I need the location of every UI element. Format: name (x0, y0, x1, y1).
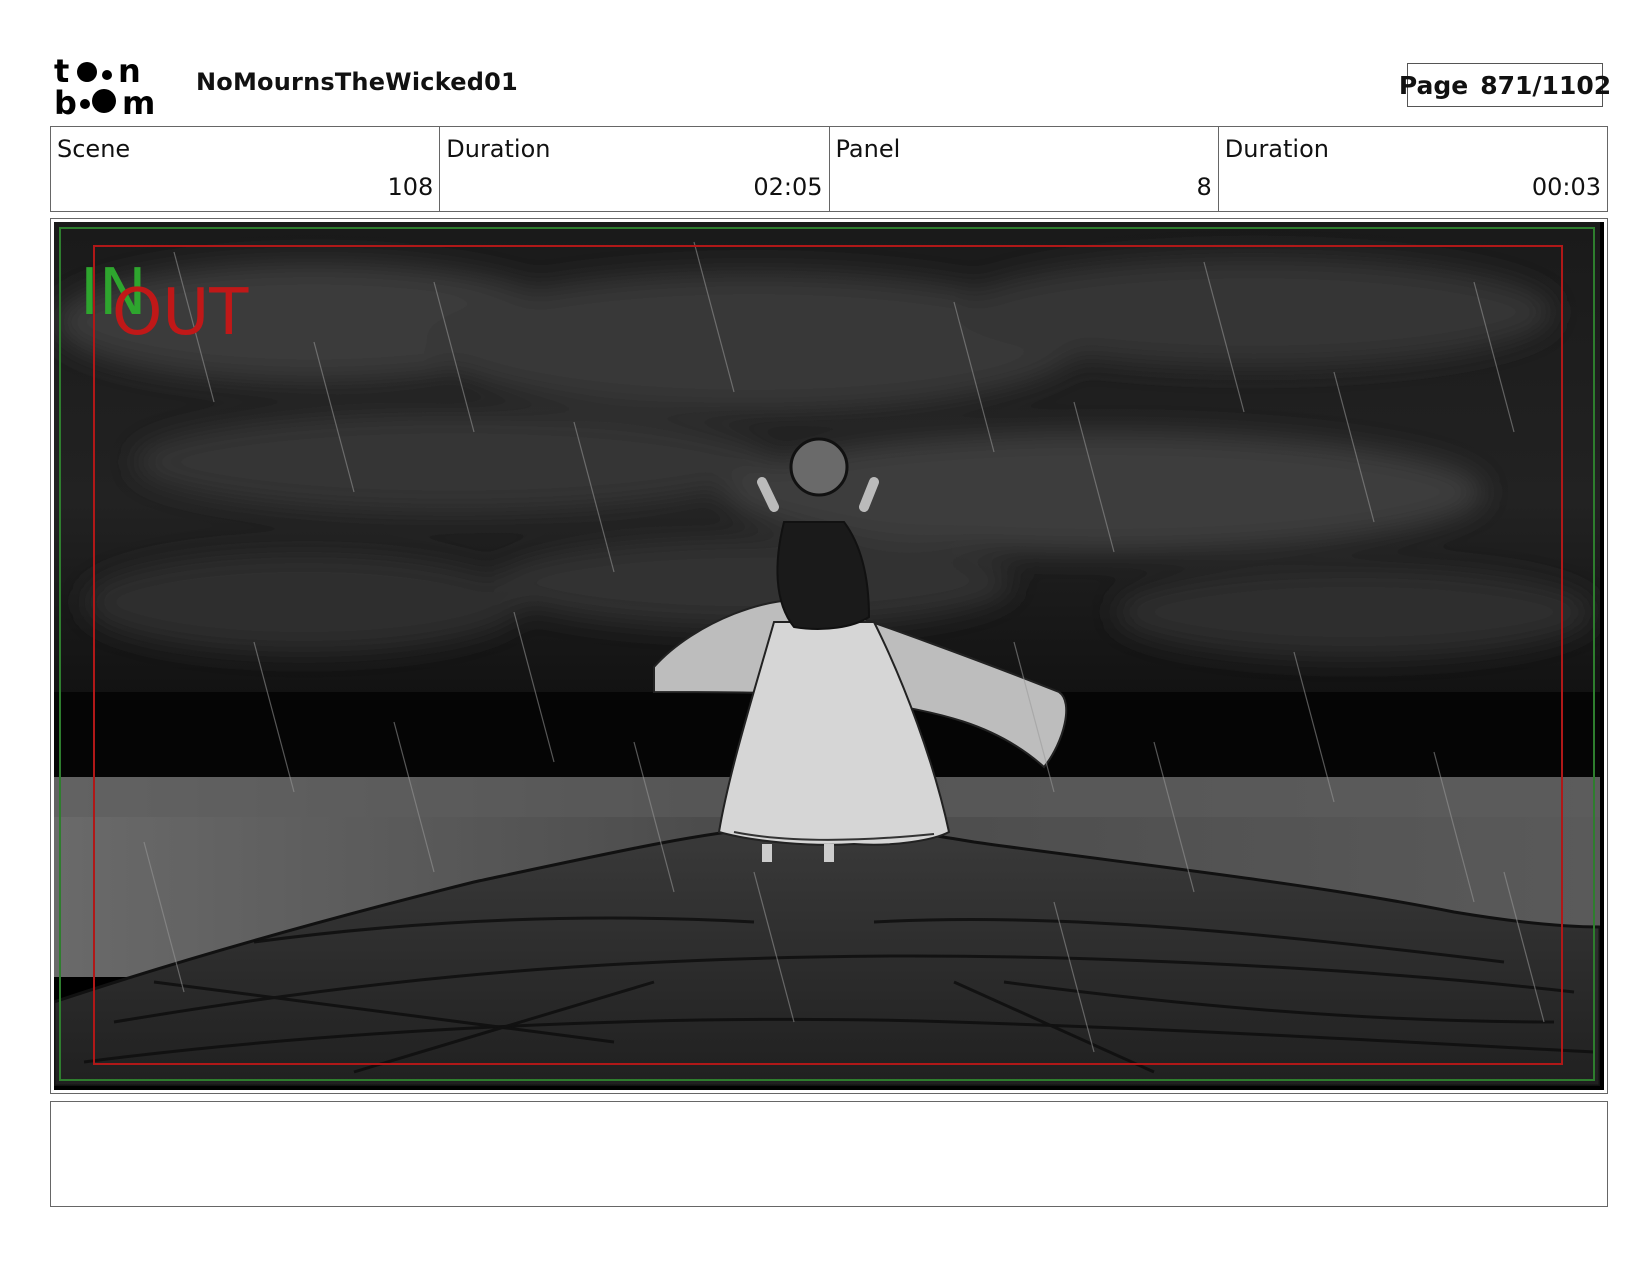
toonboom-logo: t n b m (54, 54, 155, 118)
scene-duration-label: Duration (446, 135, 551, 163)
svg-text:m: m (122, 84, 155, 118)
project-title: NoMournsTheWicked01 (196, 68, 518, 96)
panel-duration-label: Duration (1224, 135, 1329, 163)
panel-label: Panel (835, 135, 901, 163)
page-number: 871/1102 (1480, 70, 1612, 100)
page-label: Page (1398, 70, 1469, 100)
panel-duration-cell: Duration 00:03 (1219, 127, 1607, 211)
scene-label: Scene (57, 135, 131, 163)
storyboard-panel-frame: IN OUT (50, 218, 1608, 1094)
storyboard-drawing: IN OUT (54, 222, 1600, 1086)
panel-value: 8 (1196, 173, 1212, 201)
scene-duration-cell: Duration 02:05 (440, 127, 830, 211)
out-label: OUT (112, 276, 249, 350)
scene-info-table: Scene 108 Duration 02:05 Panel 8 Duratio… (50, 126, 1608, 212)
panel-cell: Panel 8 (830, 127, 1219, 211)
storyboard-panel-image: IN OUT (54, 222, 1604, 1090)
panel-duration-value: 00:03 (1531, 173, 1601, 201)
scene-duration-value: 02:05 (753, 173, 823, 201)
scene-cell: Scene 108 (51, 127, 441, 211)
panel-notes-box (50, 1101, 1608, 1207)
scene-value: 108 (387, 173, 434, 201)
svg-text:b: b (54, 84, 77, 118)
page-indicator: Page 871/1102 (1399, 63, 1611, 107)
